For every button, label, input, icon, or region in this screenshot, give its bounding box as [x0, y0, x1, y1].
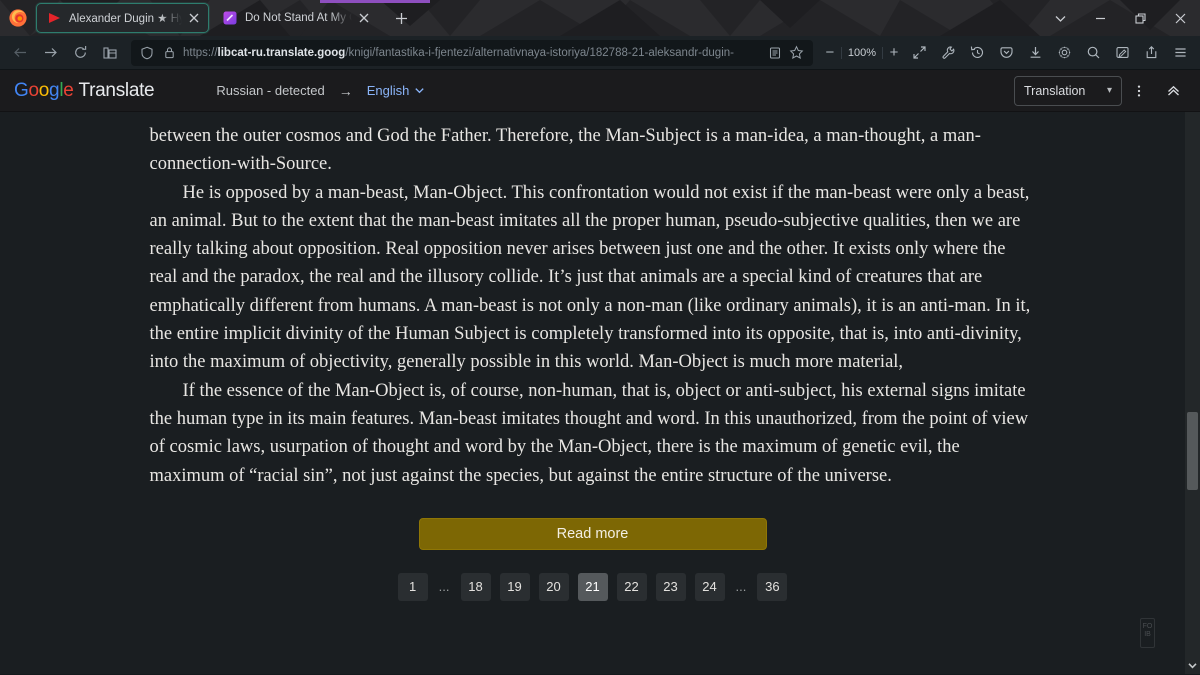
language-selector-group: Russian - detected → English — [216, 83, 425, 99]
purple-square-icon — [222, 10, 238, 26]
zoom-out-button[interactable]: − — [819, 41, 841, 65]
pagination-ellipsis-right: ... — [735, 579, 747, 595]
paragraph: If the essence of the Man-Object is, of … — [149, 380, 1029, 486]
firefox-logo-icon — [8, 8, 28, 28]
paragraph: between the outer cosmos and God the Fat… — [149, 126, 981, 175]
url-domain: libcat-ru.translate.goog — [217, 46, 346, 59]
book-text-content: between the outer cosmos and God the Fat… — [150, 112, 1036, 601]
target-language-label: English — [366, 83, 410, 98]
lock-icon[interactable] — [158, 43, 180, 63]
star-icon[interactable] — [786, 43, 808, 63]
window-minimize-button[interactable] — [1080, 1, 1120, 35]
annotate-icon[interactable] — [1108, 39, 1137, 67]
page-link-36[interactable]: 36 — [757, 572, 788, 601]
page-link-19[interactable]: 19 — [499, 572, 530, 601]
window-close-button[interactable] — [1160, 1, 1200, 35]
download-icon[interactable] — [1021, 39, 1050, 67]
list-all-tabs-button[interactable] — [1040, 1, 1080, 35]
zoom-controls: − 100% + — [819, 41, 905, 65]
target-language-dropdown[interactable]: English — [367, 83, 426, 98]
library-icon[interactable] — [95, 39, 125, 67]
read-more-button[interactable]: Read more — [418, 517, 767, 550]
page-link-21-current[interactable]: 21 — [577, 572, 608, 601]
url-path: /knigi/fantastika-i-fjentezi/alternativn… — [345, 46, 734, 59]
history-icon[interactable] — [963, 39, 992, 67]
source-language[interactable]: Russian - detected — [216, 83, 324, 98]
collapse-chevron-icon[interactable] — [1156, 75, 1190, 107]
share-icon[interactable] — [1137, 39, 1166, 67]
page-link-18[interactable]: 18 — [460, 572, 491, 601]
zoom-level-label[interactable]: 100% — [840, 46, 883, 59]
page-link-22[interactable]: 22 — [616, 572, 647, 601]
close-icon[interactable] — [356, 10, 372, 26]
url-text[interactable]: https://libcat-ru.translate.goog/knigi/f… — [183, 47, 764, 59]
search-icon[interactable] — [1079, 39, 1108, 67]
url-bar[interactable]: https://libcat-ru.translate.goog/knigi/f… — [131, 39, 813, 66]
wrench-icon[interactable] — [934, 39, 963, 67]
browser-tab-1[interactable]: Alexander Dugin ★ Hyperborea — [36, 3, 209, 33]
vertical-scrollbar[interactable] — [1185, 112, 1200, 674]
page-viewport: between the outer cosmos and God the Fat… — [0, 112, 1200, 674]
red-triangle-icon — [46, 10, 62, 26]
tab-title: Do Not Stand At My Grave And — [245, 12, 352, 24]
translate-wordmark: Translate — [78, 79, 155, 101]
page-link-24[interactable]: 24 — [694, 572, 725, 601]
fullscreen-expand-icon[interactable] — [905, 39, 934, 67]
tab-title: Alexander Dugin ★ Hyperborea — [69, 13, 182, 25]
scroll-down-arrow-icon[interactable] — [1185, 658, 1200, 672]
window-maximize-button[interactable] — [1120, 1, 1160, 35]
gear-icon[interactable] — [1050, 39, 1079, 67]
kebab-menu-icon[interactable] — [1122, 75, 1156, 107]
translation-mode-select[interactable]: Translation ▾ — [1014, 75, 1122, 106]
url-scheme: https:// — [183, 46, 218, 59]
hamburger-menu-icon[interactable] — [1166, 39, 1195, 67]
translation-mode-value: Translation — [1024, 83, 1086, 98]
pagination: 1 ... 18 19 20 21 22 23 24 ... 36 — [150, 572, 1036, 601]
browser-title-bar: Alexander Dugin ★ Hyperborea Do Not Stan… — [0, 0, 1200, 36]
scrollbar-thumb[interactable] — [1187, 412, 1198, 490]
reload-button[interactable] — [65, 39, 95, 67]
forward-button[interactable] — [35, 39, 65, 67]
browser-tab-2[interactable]: Do Not Stand At My Grave And — [213, 3, 378, 33]
pocket-icon[interactable] — [992, 39, 1021, 67]
pagination-ellipsis-left: ... — [438, 579, 450, 595]
arrow-right-icon: → — [338, 82, 353, 99]
page-link-23[interactable]: 23 — [655, 572, 686, 601]
google-translate-bar: Google Translate Russian - detected → Eng… — [0, 70, 1200, 112]
google-translate-logo: Google Translate — [14, 79, 155, 101]
back-button[interactable] — [5, 39, 35, 67]
corner-widget[interactable]: FO IB — [1140, 618, 1155, 648]
chevron-down-icon: ▾ — [1106, 85, 1112, 96]
shield-icon[interactable] — [136, 43, 158, 63]
reader-view-icon[interactable] — [764, 43, 786, 63]
paragraph: He is opposed by a man-beast, Man-Object… — [149, 182, 1031, 373]
translated-page: between the outer cosmos and God the Fat… — [0, 112, 1185, 674]
chevron-down-icon — [415, 88, 425, 94]
zoom-in-button[interactable]: + — [883, 41, 905, 65]
page-link-1[interactable]: 1 — [397, 572, 428, 601]
close-icon[interactable] — [186, 10, 202, 26]
browser-nav-bar: https://libcat-ru.translate.goog/knigi/f… — [0, 36, 1200, 70]
page-link-20[interactable]: 20 — [538, 572, 569, 601]
new-tab-button[interactable] — [388, 5, 414, 31]
